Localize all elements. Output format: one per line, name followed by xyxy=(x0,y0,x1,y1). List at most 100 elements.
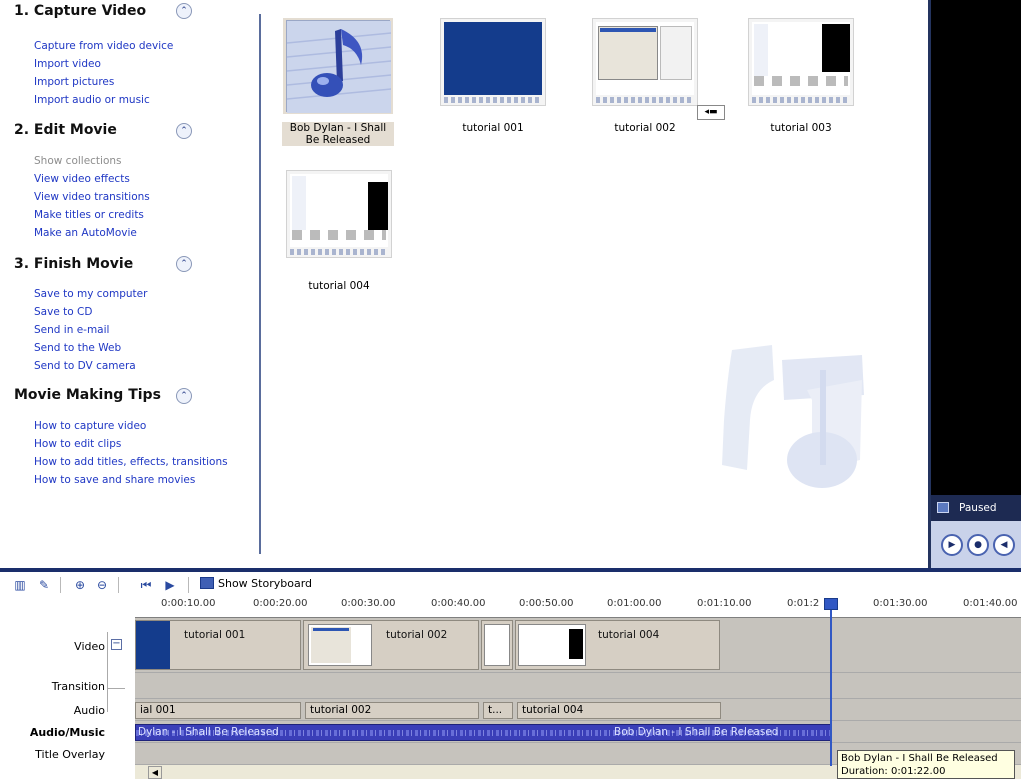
ruler-tick: 0:01:40.00 xyxy=(963,598,1018,609)
narrate-timeline-icon[interactable]: ✎ xyxy=(36,577,52,593)
track-label-audio: Audio xyxy=(73,704,105,717)
clip-label: tutorial 004 xyxy=(308,280,370,292)
music-clip-label-right: Bob Dylan - I Shall Be Released xyxy=(614,726,779,738)
ruler-tick: 0:00:50.00 xyxy=(519,598,574,609)
task-pane: 1. Capture Video ⌃ Capture from video de… xyxy=(0,0,262,568)
link-how-save-share[interactable]: How to save and share movies xyxy=(34,474,195,486)
monitor-status-bar: Paused xyxy=(931,495,1021,521)
link-how-edit[interactable]: How to edit clips xyxy=(34,438,121,450)
ruler-tick: 0:00:10.00 xyxy=(161,598,216,609)
previous-frame-icon[interactable]: ◀ xyxy=(993,534,1015,556)
trim-handle-icon[interactable]: ◂▬ xyxy=(697,105,725,120)
tooltip-clip-name: Bob Dylan - I Shall Be Released xyxy=(841,753,998,764)
link-how-capture[interactable]: How to capture video xyxy=(34,420,146,432)
timeline-clip-tutorial-004[interactable]: tutorial 004 xyxy=(515,620,720,670)
ruler-tick: 0:00:20.00 xyxy=(253,598,308,609)
track-label-audio-music: Audio/Music xyxy=(29,726,105,739)
ruler-tick: 0:01:10.00 xyxy=(697,598,752,609)
track-label-video[interactable]: Video xyxy=(74,640,105,653)
audio-track: ial 001 tutorial 002 t... tutorial 004 xyxy=(135,698,1021,720)
collapse-video-track-icon[interactable]: − xyxy=(111,639,122,650)
set-audio-levels-icon[interactable]: ▥ xyxy=(12,577,28,593)
play-timeline-icon[interactable]: ▶ xyxy=(162,577,178,593)
playhead-line xyxy=(830,600,832,766)
music-clip-label-left: Dylan - I Shall Be Released xyxy=(138,726,279,738)
link-how-add-titles[interactable]: How to add titles, effects, transitions xyxy=(34,456,228,468)
ruler-tick: 0:01:30.00 xyxy=(873,598,928,609)
collapse-capture-video-icon[interactable]: ⌃ xyxy=(176,3,192,19)
storyboard-icon xyxy=(200,577,214,589)
link-make-titles[interactable]: Make titles or credits xyxy=(34,209,144,221)
collection-area: Bob Dylan - I Shall Be Released tutorial… xyxy=(262,0,928,568)
clip-label: tutorial 001 xyxy=(462,122,524,134)
link-make-automovie[interactable]: Make an AutoMovie xyxy=(34,227,137,239)
timeline-ruler[interactable]: 0:00:10.00 0:00:20.00 0:00:30.00 0:00:40… xyxy=(135,598,1021,618)
link-send-email[interactable]: Send in e-mail xyxy=(34,324,109,336)
audio-clip-tutorial-001[interactable]: ial 001 xyxy=(135,702,301,719)
clip-thumbnail xyxy=(286,170,392,258)
collapse-finish-movie-icon[interactable]: ⌃ xyxy=(176,256,192,272)
clip-label: Bob Dylan - I Shall Be Released xyxy=(282,122,394,146)
audio-clip-tutorial-004[interactable]: tutorial 004 xyxy=(517,702,721,719)
link-import-audio[interactable]: Import audio or music xyxy=(34,94,150,106)
tooltip-duration: Duration: 0:01:22.00 xyxy=(841,766,946,777)
clip-label: tutorial 002 xyxy=(614,122,676,134)
playhead-handle[interactable] xyxy=(824,598,838,610)
clip-thumbnail xyxy=(440,18,546,106)
link-send-dv-camera[interactable]: Send to DV camera xyxy=(34,360,136,372)
link-view-video-effects[interactable]: View video effects xyxy=(34,173,130,185)
timeline-clip-tutorial-003[interactable] xyxy=(481,620,513,670)
section-title-finish-movie[interactable]: 3. Finish Movie xyxy=(14,256,133,272)
audio-clip-tutorial-002[interactable]: tutorial 002 xyxy=(305,702,479,719)
video-track: tutorial 001 tutorial 002 tutorial 004 xyxy=(135,618,1021,672)
ruler-tick: 0:00:40.00 xyxy=(431,598,486,609)
track-tree-line xyxy=(107,632,108,712)
link-show-collections: Show collections xyxy=(34,155,122,167)
music-note-icon xyxy=(286,21,392,113)
music-clip-bob-dylan[interactable]: Dylan - I Shall Be Released Bob Dylan - … xyxy=(135,724,831,741)
show-storyboard-button[interactable]: Show Storyboard xyxy=(200,577,312,590)
link-send-web[interactable]: Send to the Web xyxy=(34,342,121,354)
collection-watermark-icon xyxy=(722,345,864,488)
link-save-to-computer[interactable]: Save to my computer xyxy=(34,288,147,300)
clip-thumbnail xyxy=(592,18,698,106)
ruler-tick: 0:00:30.00 xyxy=(341,598,396,609)
timeline-toolbar: ▥ ✎ ⊕ ⊖ ⏮ ▶ Show Storyboard xyxy=(0,572,1021,598)
transition-track xyxy=(135,672,1021,698)
audio-music-track: Dylan - I Shall Be Released Bob Dylan - … xyxy=(135,720,1021,742)
scroll-left-icon[interactable]: ◀ xyxy=(148,766,162,779)
collapse-tips-icon[interactable]: ⌃ xyxy=(176,388,192,404)
timeline-clip-tutorial-002[interactable]: tutorial 002 xyxy=(303,620,479,670)
link-capture-from-device[interactable]: Capture from video device xyxy=(34,40,173,52)
track-label-title-overlay: Title Overlay xyxy=(35,748,105,761)
pane-divider xyxy=(259,14,261,554)
collapse-edit-movie-icon[interactable]: ⌃ xyxy=(176,123,192,139)
clip-title: tutorial 002 xyxy=(386,629,448,641)
rewind-timeline-icon[interactable]: ⏮ xyxy=(138,577,154,593)
clip-title: tutorial 004 xyxy=(598,629,660,641)
monitor-controls: ▶ ● ◀ xyxy=(931,521,1021,568)
section-title-edit-movie[interactable]: 2. Edit Movie xyxy=(14,122,117,138)
playback-status: Paused xyxy=(959,502,997,514)
zoom-in-icon[interactable]: ⊕ xyxy=(72,577,88,593)
clip-label: tutorial 003 xyxy=(770,122,832,134)
zoom-out-icon[interactable]: ⊖ xyxy=(94,577,110,593)
play-icon[interactable]: ▶ xyxy=(941,534,963,556)
stop-icon[interactable]: ● xyxy=(967,534,989,556)
link-save-to-cd[interactable]: Save to CD xyxy=(34,306,92,318)
ruler-tick: 0:01:00.00 xyxy=(607,598,662,609)
status-icon xyxy=(937,502,949,513)
clip-title: tutorial 001 xyxy=(184,629,246,641)
section-title-movie-making-tips[interactable]: Movie Making Tips xyxy=(14,387,161,403)
track-tree-branch xyxy=(107,688,125,689)
section-title-capture-video[interactable]: 1. Capture Video xyxy=(14,3,146,19)
audio-clip-tutorial-003[interactable]: t... xyxy=(483,702,513,719)
ruler-tick: 0:01:2 xyxy=(787,598,820,609)
track-label-transition: Transition xyxy=(51,680,105,693)
link-view-video-transitions[interactable]: View video transitions xyxy=(34,191,150,203)
timeline-clip-tutorial-001[interactable]: tutorial 001 xyxy=(135,620,301,670)
show-storyboard-label: Show Storyboard xyxy=(218,577,312,590)
monitor-screen xyxy=(931,0,1021,495)
link-import-video[interactable]: Import video xyxy=(34,58,101,70)
link-import-pictures[interactable]: Import pictures xyxy=(34,76,114,88)
